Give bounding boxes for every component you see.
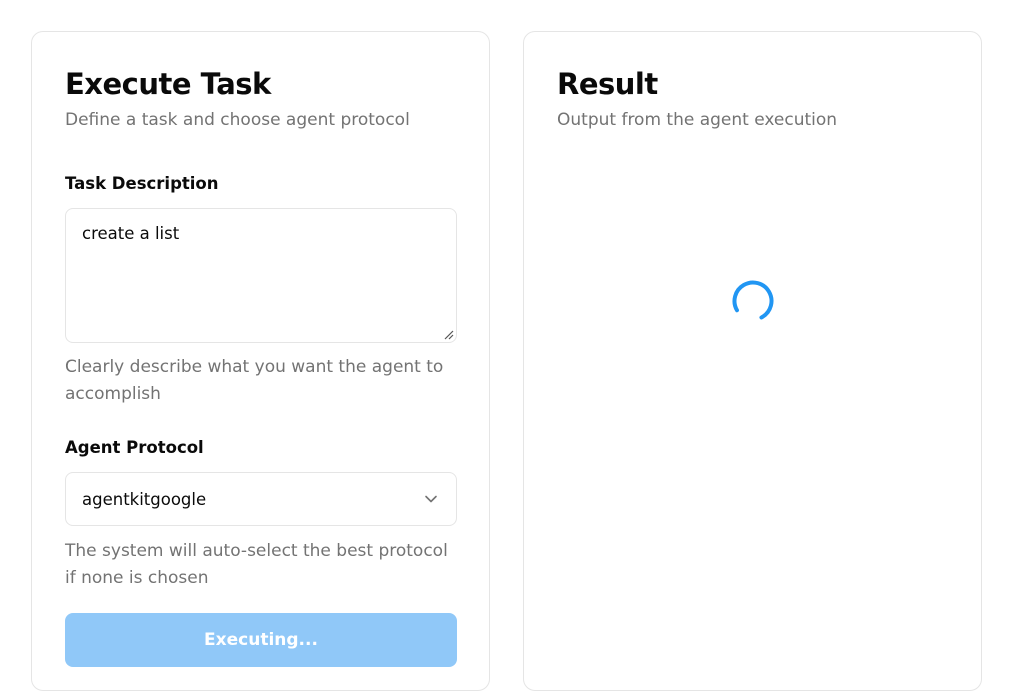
execute-button[interactable]: Executing... [65, 613, 457, 667]
agent-protocol-select[interactable]: agentkitgoogle [65, 472, 457, 526]
task-description-input[interactable]: create a list [65, 208, 457, 343]
task-description-help: Clearly describe what you want the agent… [65, 357, 444, 404]
execute-task-title: Execute Task [65, 67, 271, 101]
resize-handle-icon[interactable] [442, 328, 454, 340]
result-card: Result Output from the agent execution [523, 31, 982, 691]
execute-task-card: Execute Task Define a task and choose ag… [31, 31, 490, 691]
agent-protocol-value: agentkitgoogle [82, 490, 207, 509]
chevron-down-icon [425, 495, 437, 503]
agent-protocol-help: The system will auto-select the best pro… [65, 541, 448, 588]
agent-protocol-label: Agent Protocol [65, 438, 204, 457]
result-title: Result [557, 67, 658, 101]
spinner-icon [732, 280, 774, 322]
execute-task-subtitle: Define a task and choose agent protocol [65, 110, 410, 130]
result-subtitle: Output from the agent execution [557, 110, 838, 130]
task-description-label: Task Description [65, 174, 219, 193]
